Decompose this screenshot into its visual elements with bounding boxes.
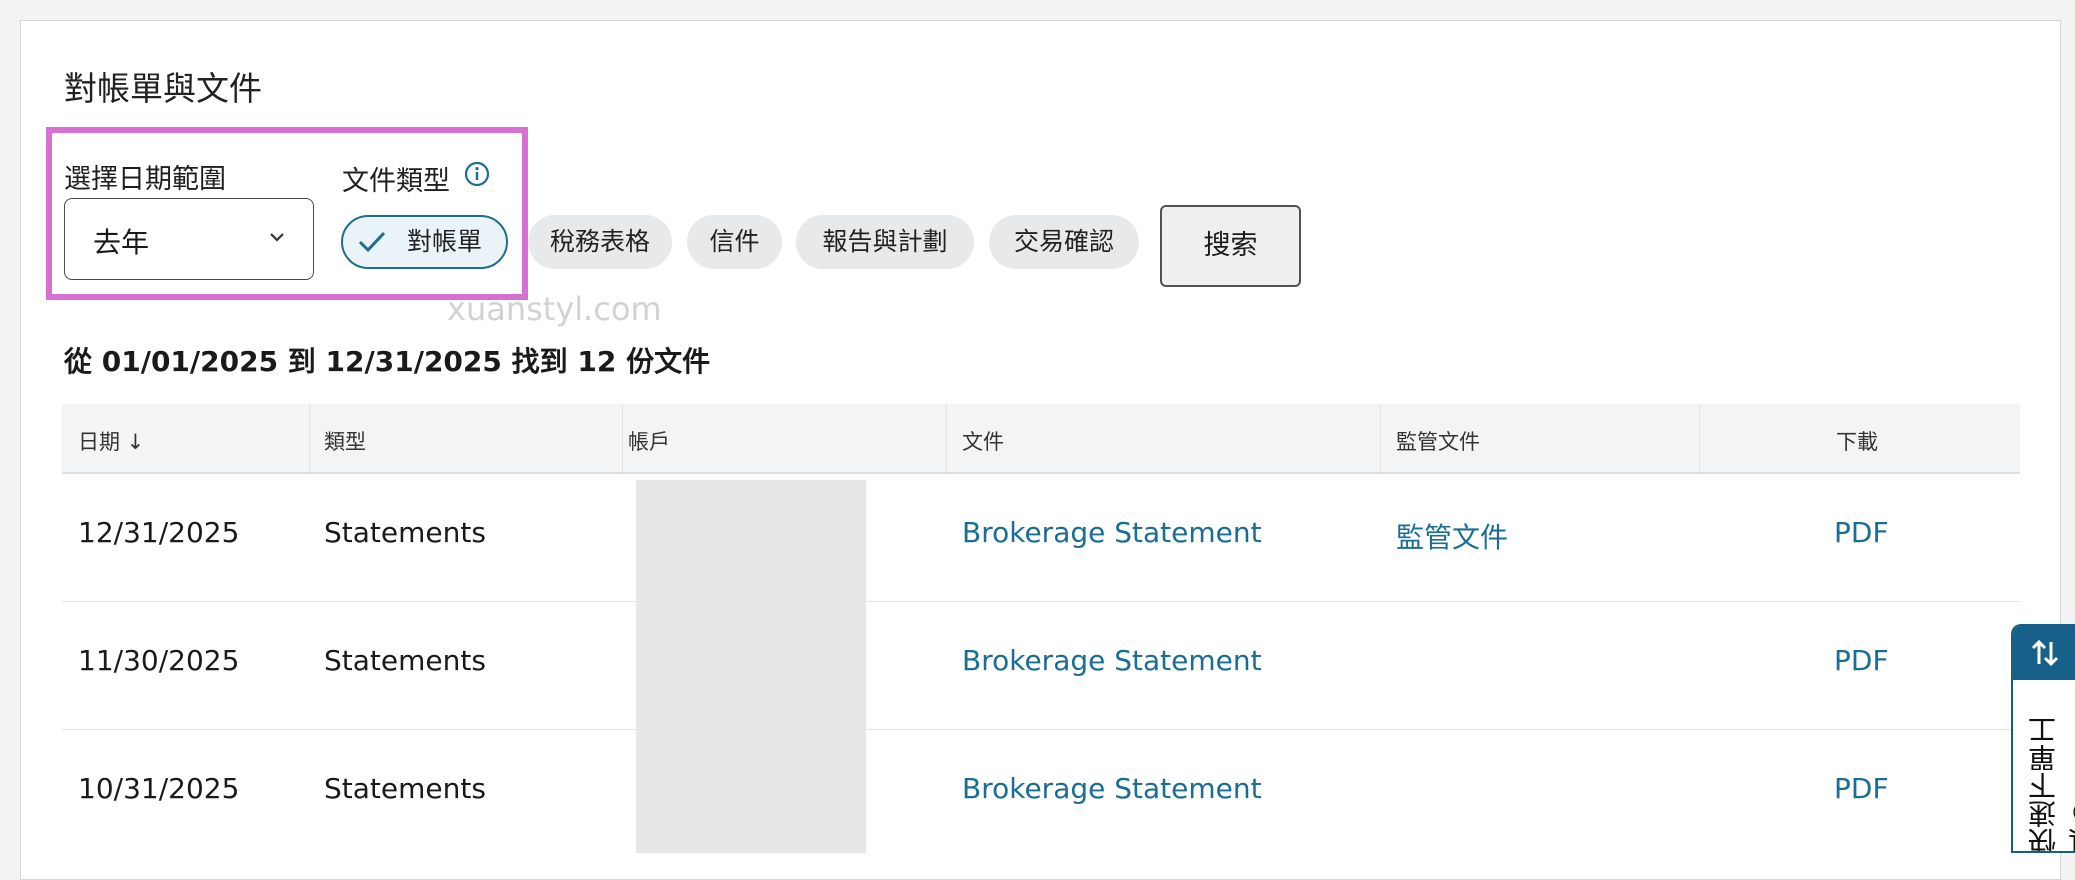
cell-date: 11/30/2025 [78,644,240,677]
chip-label: 交易確認 [1013,227,1114,256]
table-row: 10/31/2025 Statements Brokerage Statemen… [62,730,2020,858]
side-tab-label: 快速下單工具® [2027,716,2075,853]
page-title: 對帳單與文件 [64,69,262,108]
account-redaction [636,480,866,853]
regulatory-doc-link[interactable]: 監管文件 [1396,516,1508,556]
chevron-down-icon [270,233,284,242]
column-divider [309,404,310,474]
header-type[interactable]: 類型 [324,426,366,456]
quick-trade-tab[interactable]: 快速下單工具® [2011,624,2075,853]
cell-type: Statements [324,644,486,677]
pdf-download-link[interactable]: PDF [1834,772,1889,805]
cell-type: Statements [324,516,486,549]
chip-label: 報告與計劃 [822,227,948,256]
watermark: xuanstyl.com [447,290,662,328]
chip-tax-forms[interactable]: 稅務表格 [528,215,672,269]
doc-type-label: 文件類型 [342,166,450,197]
column-divider [1699,404,1700,474]
column-divider [946,404,947,474]
header-account[interactable]: 帳戶 [628,426,670,456]
cell-date: 12/31/2025 [78,516,240,549]
column-divider [622,404,623,474]
header-date[interactable]: 日期 ↓ [78,426,144,456]
header-download: 下載 [1836,430,1878,454]
date-range-value: 去年 [93,226,150,259]
table-row: 12/31/2025 Statements Brokerage Statemen… [62,474,2020,602]
table-row: 11/30/2025 Statements Brokerage Statemen… [62,602,2020,730]
header-regulatory[interactable]: 監管文件 [1396,426,1480,456]
side-tab-header [2013,626,2075,680]
chip-reports-plans[interactable]: 報告與計劃 [796,215,974,269]
chip-label: 信件 [709,227,760,256]
header-document[interactable]: 文件 [962,426,1004,456]
chip-letters[interactable]: 信件 [687,215,782,269]
chip-statements[interactable]: 對帳單 [341,215,508,269]
date-range-select[interactable]: 去年 [64,198,314,280]
table-header: 日期 ↓ 類型 帳戶 文件 監管文件 下載 [62,404,2020,474]
results-summary: 從 01/01/2025 到 12/31/2025 找到 12 份文件 [64,345,711,378]
search-button[interactable]: 搜索 [1160,205,1301,287]
date-range-label: 選擇日期範圍 [64,164,226,195]
document-link[interactable]: Brokerage Statement [962,644,1262,677]
chip-label: 對帳單 [407,227,483,256]
swap-arrows-icon [2031,639,2059,667]
pdf-download-link[interactable]: PDF [1834,644,1889,677]
info-icon[interactable] [463,160,491,188]
cell-date: 10/31/2025 [78,772,240,805]
column-divider [1380,404,1381,474]
document-link[interactable]: Brokerage Statement [962,772,1262,805]
cell-type: Statements [324,772,486,805]
document-link[interactable]: Brokerage Statement [962,516,1262,549]
check-icon [358,231,386,253]
chip-label: 稅務表格 [549,227,650,256]
pdf-download-link[interactable]: PDF [1834,516,1889,549]
chip-trade-confirmations[interactable]: 交易確認 [989,215,1139,269]
